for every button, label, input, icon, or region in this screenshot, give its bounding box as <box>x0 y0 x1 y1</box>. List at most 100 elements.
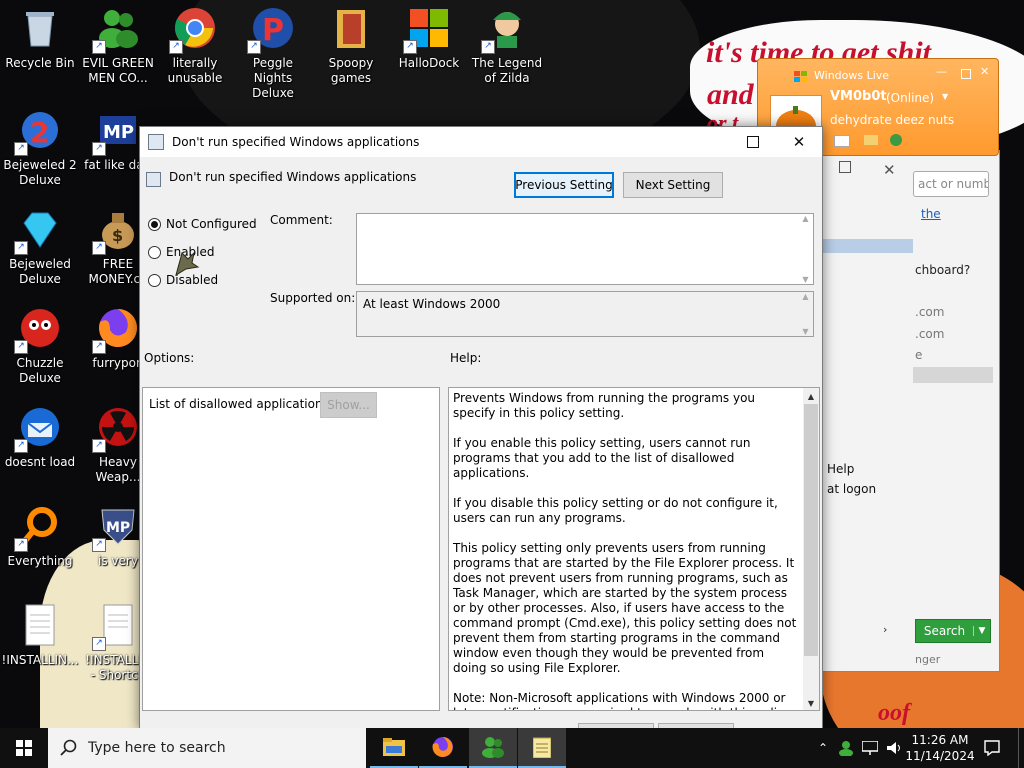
close-icon[interactable]: ✕ <box>883 161 896 179</box>
options-pane: List of disallowed applications Show... <box>142 387 440 711</box>
mouse-cursor-icon <box>174 249 200 282</box>
link-text[interactable]: the <box>921 207 941 221</box>
close-button[interactable]: ✕ <box>776 127 822 157</box>
tray-network[interactable] <box>860 728 880 768</box>
scroll-up-icon[interactable]: ▲ <box>798 292 813 301</box>
scroll-right-icon[interactable]: › <box>883 623 887 636</box>
scroll-down-icon[interactable]: ▼ <box>798 327 813 336</box>
mp-logo-icon: MP ↗ <box>92 108 140 156</box>
help-item[interactable]: Help <box>827 462 854 476</box>
windows-logo-icon: ↗ <box>403 6 451 54</box>
show-desktop-button[interactable] <box>1018 728 1024 768</box>
background-window[interactable]: ✕ act or numbe the chboard? .com .com e … <box>818 150 1000 672</box>
policy-dialog[interactable]: Don't run specified Windows applications… <box>139 126 823 749</box>
show-button[interactable]: Show... <box>320 392 377 418</box>
firefox-icon: ↗ <box>92 306 140 354</box>
close-icon[interactable]: ✕ <box>980 65 989 78</box>
desktop-icon-evil-green-men[interactable]: ↗ EVIL GREEN MEN CO... <box>78 6 158 86</box>
desktop-icon-peggle-nights[interactable]: P ↗ Peggle Nights Deluxe <box>233 6 313 101</box>
scroll-up-icon[interactable]: ▲ <box>798 214 813 223</box>
svg-text:MP: MP <box>106 520 130 536</box>
radio-not-configured[interactable]: Not Configured <box>148 217 257 231</box>
desktop-icon-label: Spoopy games <box>328 56 374 85</box>
dialog-titlebar[interactable]: Don't run specified Windows applications… <box>140 127 822 157</box>
folder-icon <box>383 738 405 756</box>
desktop-icon-bejeweled-2[interactable]: 2 ↗ Bejeweled 2 Deluxe <box>0 108 80 188</box>
clock[interactable]: 11:26 AM 11/14/2024 <box>905 728 974 768</box>
desktop-icon-doesnt-load[interactable]: ↗ doesnt load <box>0 405 80 470</box>
radio-indicator <box>148 245 161 259</box>
globe-icon[interactable] <box>890 134 902 146</box>
scroll-down-icon[interactable]: ▼ <box>803 699 819 708</box>
folder-icon[interactable] <box>864 135 878 145</box>
next-setting-button[interactable]: Next Setting <box>623 172 723 198</box>
desktop-icon-label: HalloDock <box>398 56 460 70</box>
diamond-icon: ↗ <box>14 207 62 255</box>
shortcut-arrow-icon: ↗ <box>247 40 261 54</box>
tray-messenger[interactable] <box>836 728 856 768</box>
chevron-down-icon[interactable]: ▼ <box>973 626 990 636</box>
help-text: Prevents Windows from running the progra… <box>453 391 799 710</box>
shortcut-arrow-icon: ↗ <box>92 439 106 453</box>
wallpaper-text-4: oof <box>878 700 910 726</box>
desktop-icon-bejeweled[interactable]: ↗ Bejeweled Deluxe <box>0 207 80 287</box>
recycle-bin-icon <box>18 6 62 50</box>
supported-scrollbar[interactable]: ▲ ▼ <box>798 292 813 336</box>
desktop-icon-spoopy-games[interactable]: Spoopy games <box>311 6 391 86</box>
minimize-icon[interactable]: — <box>936 65 947 78</box>
desktop-icon-installing[interactable]: !INSTALLIN... <box>0 603 80 668</box>
mail-icon[interactable] <box>834 135 850 147</box>
chevron-down-icon[interactable]: ▼ <box>942 92 948 101</box>
bg-item: .com <box>915 327 945 341</box>
start-button[interactable] <box>0 728 48 768</box>
windows-start-icon <box>16 740 32 756</box>
search-icon <box>60 739 77 756</box>
shortcut-arrow-icon: ↗ <box>92 340 106 354</box>
desktop-icon-legend-of-zilda[interactable]: ↗ The Legend of Zilda <box>467 6 547 86</box>
text-file-icon: ↗ <box>92 603 140 651</box>
taskbar-file-explorer[interactable] <box>370 728 418 768</box>
taskbar-messenger[interactable] <box>469 728 517 768</box>
notification-center-button[interactable] <box>976 728 1008 768</box>
shortcut-arrow-icon: ↗ <box>92 40 106 54</box>
contact-search-input[interactable]: act or numbe <box>913 171 989 197</box>
desktop-icon-hallodock[interactable]: ↗ HalloDock <box>389 6 469 71</box>
scrollbar-thumb[interactable] <box>804 404 818 656</box>
help-paragraph: Prevents Windows from running the progra… <box>453 391 756 420</box>
shortcut-arrow-icon: ↗ <box>403 40 417 54</box>
maximize-icon[interactable] <box>961 69 971 79</box>
desktop-icon-label: Bejeweled 2 Deluxe <box>3 158 77 187</box>
shortcut-arrow-icon: ↗ <box>14 538 28 552</box>
option-item-label: List of disallowed applications <box>149 397 329 411</box>
personal-message: dehydrate deez nuts <box>830 113 955 127</box>
desktop-icon-label: doesnt load <box>4 455 76 469</box>
help-paragraph: This policy setting only prevents users … <box>453 541 797 675</box>
chevron-up-icon: ⌃ <box>817 741 829 755</box>
taskbar-firefox[interactable] <box>419 728 467 768</box>
radio-indicator <box>148 273 161 287</box>
desktop-icon-literally-unusable[interactable]: ↗ literally unusable <box>155 6 235 86</box>
comment-label: Comment: <box>270 213 333 227</box>
help-paragraph: If you disable this policy setting or do… <box>453 496 778 525</box>
maximize-icon[interactable] <box>839 161 851 173</box>
folder-icon <box>329 6 373 50</box>
tray-volume[interactable] <box>884 728 904 768</box>
comment-scrollbar[interactable]: ▲ ▼ <box>798 214 813 284</box>
maximize-button[interactable] <box>730 127 776 157</box>
desktop-icon-everything[interactable]: ↗ Everything <box>0 504 80 569</box>
desktop-icon-label: Bejeweled Deluxe <box>9 257 71 286</box>
previous-setting-button[interactable]: Previous Setting <box>514 172 614 198</box>
desktop-icon-chuzzle[interactable]: ↗ Chuzzle Deluxe <box>0 306 80 386</box>
help-scrollbar[interactable]: ▲ ▼ <box>803 388 819 710</box>
scroll-up-icon[interactable]: ▲ <box>803 392 819 401</box>
scroll-down-icon[interactable]: ▼ <box>798 275 813 284</box>
taskbar-notepad[interactable] <box>518 728 566 768</box>
shortcut-arrow-icon: ↗ <box>92 241 106 255</box>
tray-overflow-chevron[interactable]: ⌃ <box>814 728 832 768</box>
search-button[interactable]: Search ▼ <box>915 619 991 643</box>
taskbar-search-box[interactable]: Type here to search <box>48 728 366 768</box>
shortcut-arrow-icon: ↗ <box>14 241 28 255</box>
desktop-icon-recycle-bin[interactable]: Recycle Bin <box>0 6 80 71</box>
comment-textarea[interactable]: ▲ ▼ <box>356 213 814 285</box>
help-item[interactable]: at logon <box>827 482 876 496</box>
